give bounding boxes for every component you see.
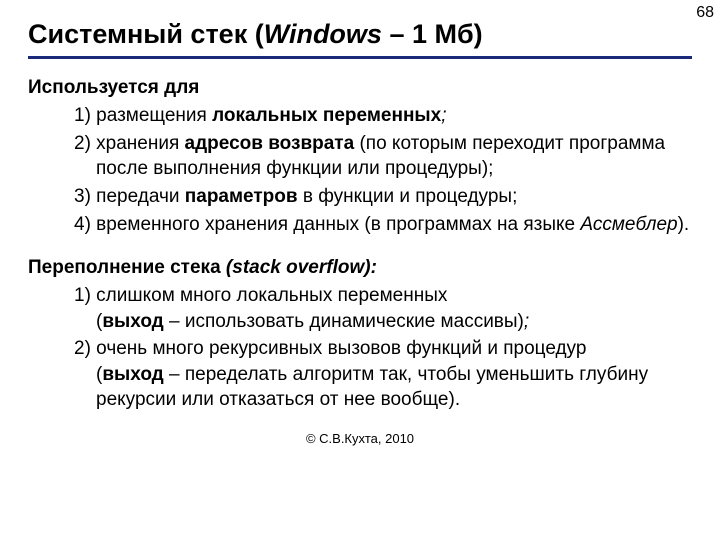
overflow-item-1: 1) слишком много локальных переменных (в… xyxy=(54,283,692,334)
text: 2) очень много рекурсивных вызовов функц… xyxy=(74,338,586,359)
slide-title: Системный стек (Windows – 1 Мб) xyxy=(28,18,692,50)
text: 1) слишком много локальных переменных xyxy=(74,285,447,306)
usage-lead: Используется для xyxy=(28,75,692,101)
text: – переделать алгоритм так, чтобы уменьши… xyxy=(96,364,648,411)
text: – использовать динамические массивы) xyxy=(164,311,524,332)
overflow-item-2: 2) очень много рекурсивных вызовов функц… xyxy=(54,336,692,413)
section-overflow: Переполнение стека (stack overflow): 1) … xyxy=(28,255,692,413)
slide-content: Системный стек (Windows – 1 Мб) Использу… xyxy=(0,0,720,446)
usage-item-4: 4) временного хранения данных (в програм… xyxy=(54,212,692,238)
bold-text: адресов возврата xyxy=(185,133,355,154)
text: ). xyxy=(678,214,690,235)
bold-text: локальных переменных xyxy=(212,105,441,126)
title-part-4: ) xyxy=(474,19,483,49)
title-rule xyxy=(28,56,692,59)
lead-italic: (stack overflow): xyxy=(226,257,377,278)
text: в функции и процедуры; xyxy=(298,186,518,207)
usage-item-3: 3) передачи параметров в функции и проце… xyxy=(54,184,692,210)
usage-item-1: 1) размещения локальных переменных; xyxy=(54,103,692,129)
italic-text: ; xyxy=(441,105,446,126)
bold-text: выход xyxy=(102,364,163,385)
bold-text: параметров xyxy=(185,186,298,207)
footer-copyright: © С.В.Кухта, 2010 xyxy=(28,431,692,446)
text: 3) передачи xyxy=(74,186,185,207)
title-part-1: Системный стек ( xyxy=(28,19,264,49)
italic-text: Ассмеблер xyxy=(580,214,677,235)
title-italic: Windows xyxy=(264,19,382,49)
page-number: 68 xyxy=(696,4,714,22)
section-usage: Используется для 1) размещения локальных… xyxy=(28,75,692,237)
text: 2) хранения xyxy=(74,133,185,154)
text: 4) временного хранения данных (в програм… xyxy=(74,214,580,235)
overflow-lead: Переполнение стека (stack overflow): xyxy=(28,255,692,281)
italic-text: ; xyxy=(524,311,529,332)
usage-item-2: 2) хранения адресов возврата (по которым… xyxy=(54,131,692,182)
overflow-list: 1) слишком много локальных переменных (в… xyxy=(28,283,692,413)
lead-text: Переполнение стека xyxy=(28,257,226,278)
bold-text: выход xyxy=(102,311,163,332)
title-part-3: – 1 Мб xyxy=(382,19,474,49)
text: 1) размещения xyxy=(74,105,212,126)
usage-list: 1) размещения локальных переменных; 2) х… xyxy=(28,103,692,237)
